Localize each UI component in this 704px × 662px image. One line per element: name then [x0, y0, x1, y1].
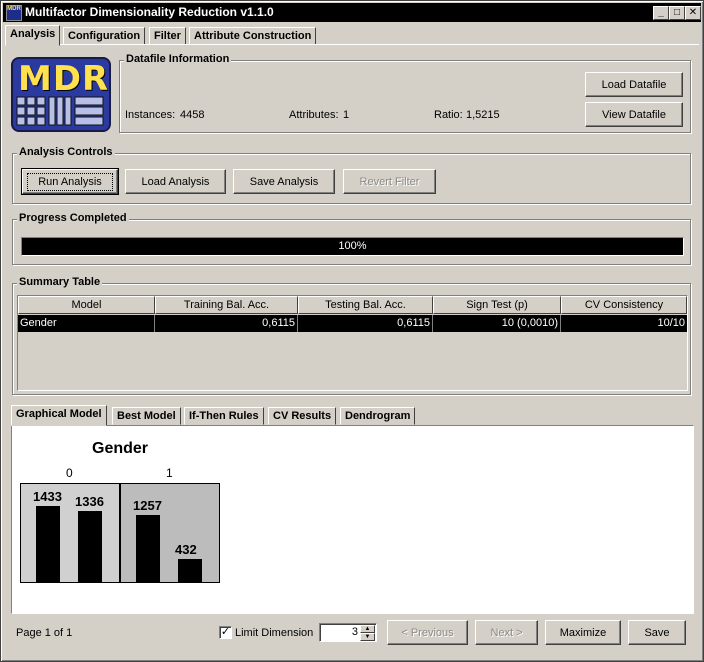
bar-label-cell1-second: 432 [175, 542, 197, 557]
bar-cell1-second [178, 559, 202, 582]
tab-best-model[interactable]: Best Model [112, 407, 181, 425]
col-model[interactable]: Model [18, 296, 155, 314]
previous-button[interactable]: < Previous [387, 620, 468, 645]
view-datafile-button[interactable]: View Datafile [585, 102, 683, 127]
col-testing-bal-acc[interactable]: Testing Bal. Acc. [298, 296, 433, 314]
load-analysis-button[interactable]: Load Analysis [125, 169, 226, 194]
col-sign-test[interactable]: Sign Test (p) [433, 296, 561, 314]
cell-sign-test: 10 (0,0010) [433, 315, 561, 332]
datafile-info-title: Datafile Information [124, 53, 232, 65]
spin-up-icon[interactable]: ▲ [360, 625, 375, 633]
bar-cell0-first [36, 506, 60, 582]
table-row[interactable]: Gender 0,6115 0,6115 10 (0,0010) 10/10 [18, 315, 687, 332]
tab-dendrogram[interactable]: Dendrogram [340, 407, 416, 425]
bar-label-cell0-second: 1336 [75, 494, 104, 509]
tab-configuration[interactable]: Configuration [63, 27, 146, 45]
title-bar: MDR Multifactor Dimensionality Reduction… [3, 3, 701, 22]
revert-filter-button[interactable]: Revert Filter [343, 169, 436, 194]
mdr-app-icon: MDR [6, 5, 22, 21]
level-label-0: 0 [66, 466, 73, 480]
cell-testing: 0,6115 [298, 315, 433, 332]
mdr-logo: MDR [11, 57, 111, 132]
logo-text: MDR [18, 59, 110, 99]
bar-label-cell1-first: 1257 [133, 498, 162, 513]
tab-cv-results[interactable]: CV Results [268, 407, 337, 425]
model-attribute-name: Gender [92, 440, 149, 457]
run-analysis-label: Run Analysis [27, 172, 113, 191]
tab-if-then-rules[interactable]: If-Then Rules [184, 407, 264, 425]
graphical-model-panel: Gender 0 1 1433 1336 1257 432 [11, 425, 694, 614]
load-datafile-button[interactable]: Load Datafile [585, 72, 683, 97]
logo-grid-graphic [16, 96, 104, 126]
cell-cv-consistency: 10/10 [657, 317, 685, 329]
dimension-value[interactable]: 3 [352, 626, 358, 638]
run-analysis-button[interactable]: Run Analysis [21, 168, 119, 195]
attributes-value: 1 [343, 109, 350, 121]
minimize-button[interactable]: _ [653, 6, 669, 20]
cell-training: 0,6115 [155, 315, 298, 332]
spin-down-icon[interactable]: ▼ [360, 633, 375, 641]
ratio-value: 1,5215 [466, 109, 500, 121]
next-button[interactable]: Next > [475, 620, 538, 645]
model-cell-1: 1257 432 [120, 483, 220, 583]
summary-table[interactable]: Model Training Bal. Acc. Testing Bal. Ac… [17, 295, 688, 391]
maximize-button[interactable]: Maximize [545, 620, 621, 645]
bar-cell0-second [78, 511, 102, 582]
progress-title: Progress Completed [17, 212, 129, 224]
progress-bar: 100% [21, 237, 684, 256]
page-indicator: Page 1 of 1 [16, 627, 73, 639]
level-label-1: 1 [166, 466, 173, 480]
limit-dimension-label: Limit Dimension [235, 627, 314, 639]
summary-table-title: Summary Table [17, 276, 103, 288]
dimension-spinner[interactable]: 3 ▲ ▼ [319, 623, 377, 642]
tab-analysis[interactable]: Analysis [5, 25, 61, 46]
table-header: Model Training Bal. Acc. Testing Bal. Ac… [18, 296, 687, 314]
maximize-window-button[interactable]: □ [669, 6, 685, 20]
ratio-label: Ratio: [434, 109, 463, 121]
instances-label: Instances: [125, 109, 176, 121]
window-title: Multifactor Dimensionality Reduction v1.… [25, 5, 274, 19]
bar-cell1-first [136, 515, 160, 582]
attributes-label: Attributes: [289, 109, 339, 121]
col-training-bal-acc[interactable]: Training Bal. Acc. [155, 296, 298, 314]
limit-dimension-checkbox[interactable]: ✓ [219, 626, 232, 639]
tab-attribute-construction[interactable]: Attribute Construction [189, 27, 317, 45]
instances-value: 4458 [180, 109, 205, 121]
analysis-controls-title: Analysis Controls [17, 146, 115, 158]
close-button[interactable]: ✕ [685, 6, 701, 20]
model-cell-0: 1433 1336 [20, 483, 120, 583]
save-analysis-button[interactable]: Save Analysis [233, 169, 335, 194]
save-button[interactable]: Save [628, 620, 686, 645]
app-window: MDR Multifactor Dimensionality Reduction… [0, 0, 704, 662]
cell-model: Gender [18, 315, 155, 332]
bar-label-cell0-first: 1433 [33, 489, 62, 504]
col-cv-consistency[interactable]: CV Consistency [561, 296, 687, 314]
tab-filter[interactable]: Filter [149, 27, 186, 45]
tab-graphical-model[interactable]: Graphical Model [11, 405, 107, 426]
progress-text: 100% [338, 240, 367, 252]
